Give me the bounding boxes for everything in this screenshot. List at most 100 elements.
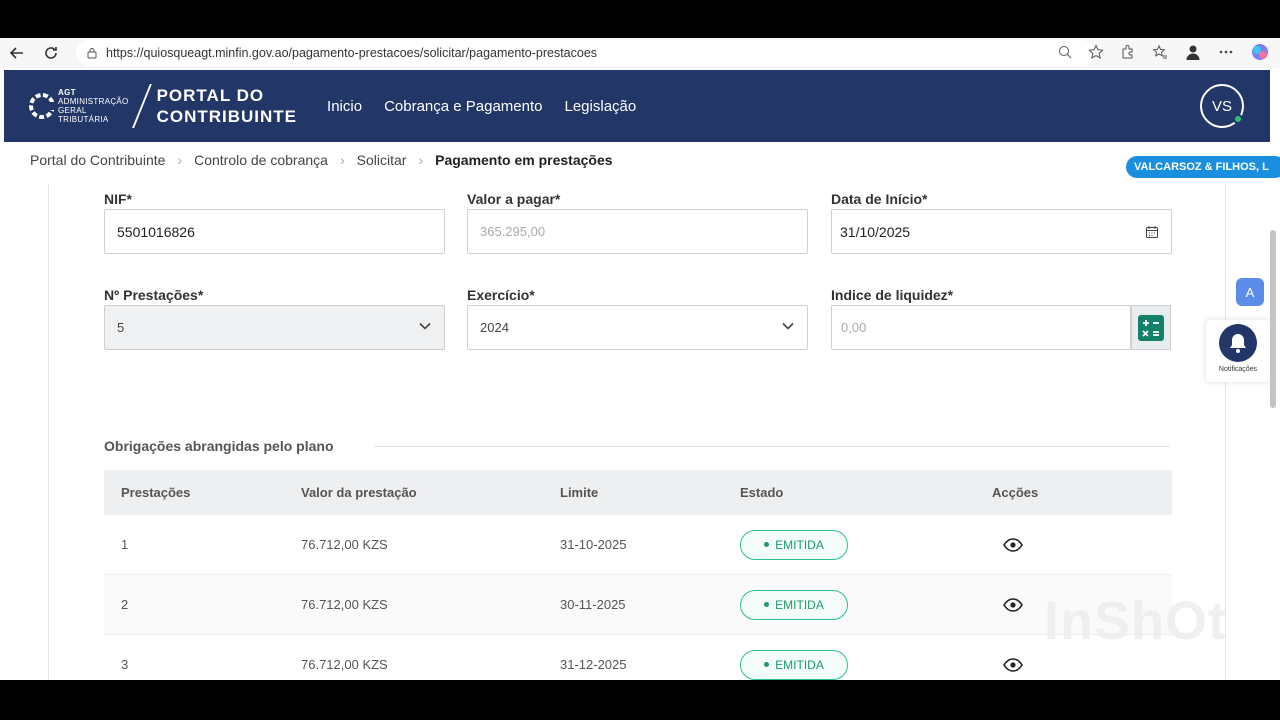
table-header: Prestações Valor da prestação Limite Est… [104, 470, 1172, 515]
avatar-initials: VS [1211, 97, 1232, 115]
translate-button[interactable]: A [1236, 278, 1264, 306]
data-inicio-field[interactable]: 31/10/2025 [831, 209, 1172, 254]
liquidez-placeholder: 0,00 [841, 320, 867, 335]
online-status-dot [1233, 114, 1243, 124]
table-row: 3 76.712,00 KZS 31-12-2025 EMITIDA [104, 635, 1172, 680]
extensions-icon[interactable] [1120, 44, 1136, 63]
breadcrumb-controlo[interactable]: Controlo de cobrança [194, 152, 328, 168]
nif-field[interactable]: 5501016826 [104, 209, 445, 254]
page-scrollbar[interactable] [1270, 230, 1276, 408]
notifications-label: Notificações [1218, 366, 1258, 373]
row-limite: 31-10-2025 [560, 537, 627, 552]
row-limite: 31-12-2025 [560, 657, 627, 672]
calculator-icon [1138, 314, 1164, 341]
copilot-icon[interactable] [1250, 42, 1270, 65]
top-navigation: Inicio Cobrança e Pagamento Legislação [327, 98, 636, 115]
chevron-down-icon [419, 322, 431, 330]
row-number: 1 [121, 537, 129, 552]
row-number: 2 [121, 597, 129, 612]
status-text: EMITIDA [775, 537, 824, 552]
inshot-watermark: InShOt [1044, 591, 1227, 651]
nif-value: 5501016826 [117, 223, 195, 240]
status-text: EMITIDA [775, 597, 824, 612]
nav-legislacao[interactable]: Legislação [565, 98, 637, 115]
liquidez-label: Indice de liquidez* [831, 287, 954, 303]
logo-agt-text: AGT [58, 88, 76, 97]
chevron-right-icon: › [418, 152, 424, 168]
data-inicio-label: Data de Início* [831, 191, 928, 207]
view-eye-icon[interactable] [1003, 597, 1023, 612]
prestacoes-label: Nº Prestações* [104, 287, 204, 303]
status-badge: EMITIDA [740, 529, 848, 560]
view-eye-icon[interactable] [1003, 657, 1023, 672]
notifications-widget[interactable]: Notificações [1206, 320, 1270, 382]
breadcrumb-portal[interactable]: Portal do Contribuinte [30, 152, 165, 168]
bell-icon [1219, 324, 1257, 362]
back-icon[interactable] [0, 38, 34, 68]
translate-icon: A [1245, 284, 1255, 300]
row-valor: 76.712,00 KZS [301, 657, 388, 672]
breadcrumb: Portal do Contribuinte › Controlo de cob… [30, 152, 613, 168]
zoom-icon[interactable] [1058, 45, 1072, 62]
header-prestacoes: Prestações [121, 485, 191, 500]
user-avatar[interactable]: VS [1200, 84, 1244, 128]
data-inicio-value: 31/10/2025 [840, 223, 911, 240]
chevron-down-icon [782, 322, 794, 330]
row-valor: 76.712,00 KZS [301, 597, 388, 612]
status-dot [764, 662, 770, 667]
row-limite: 30-11-2025 [560, 597, 626, 612]
chevron-right-icon: › [177, 152, 183, 168]
favorites-icon[interactable] [1152, 44, 1168, 63]
obligations-table: Prestações Valor da prestação Limite Est… [104, 470, 1172, 680]
status-dot [764, 542, 770, 547]
company-badge[interactable]: VALCARSOZ & FILHOS, L [1126, 156, 1280, 178]
browser-window: https://quiosqueagt.minfin.gov.ao/pagame… [0, 38, 1280, 680]
status-badge: EMITIDA [740, 589, 848, 620]
header-accoes: Acções [992, 485, 1039, 500]
breadcrumb-solicitar[interactable]: Solicitar [357, 152, 407, 168]
url-field[interactable]: https://quiosqueagt.minfin.gov.ao/pagame… [76, 40, 1094, 66]
logo-line-2: GERAL [58, 106, 87, 115]
row-number: 3 [121, 657, 129, 672]
chevron-right-icon: › [339, 152, 345, 168]
table-row: 1 76.712,00 KZS 31-10-2025 EMITIDA [104, 515, 1172, 575]
url-text: https://quiosqueagt.minfin.gov.ao/pagame… [106, 46, 598, 60]
calculator-button[interactable] [1131, 305, 1171, 350]
prestacoes-value: 5 [117, 320, 125, 335]
exercicio-select[interactable]: 2024 [467, 305, 808, 350]
header-estado: Estado [740, 485, 784, 500]
section-title: Obrigações abrangidas pelo plano [104, 438, 334, 454]
view-eye-icon[interactable] [1003, 537, 1023, 552]
exercicio-value: 2024 [480, 320, 509, 335]
address-bar: https://quiosqueagt.minfin.gov.ao/pagame… [0, 38, 1280, 68]
logo-line-3: TRIBUTÁRIA [58, 115, 109, 124]
breadcrumb-current: Pagamento em prestações [435, 152, 613, 168]
row-valor: 76.712,00 KZS [301, 537, 388, 552]
liquidez-field[interactable]: 0,00 [831, 305, 1131, 350]
favorite-star-icon[interactable] [1088, 43, 1104, 63]
nif-label: NIF* [104, 191, 132, 207]
nav-cobranca-pagamento[interactable]: Cobrança e Pagamento [384, 98, 542, 115]
status-badge: EMITIDA [740, 649, 848, 680]
site-info-icon[interactable] [86, 47, 98, 59]
more-menu-icon[interactable] [1218, 44, 1234, 63]
calendar-icon[interactable] [1145, 225, 1159, 239]
reload-icon[interactable] [34, 38, 68, 68]
profile-icon[interactable] [1184, 43, 1202, 64]
agt-logo[interactable]: AGT ADMINISTRAÇÃO GERAL TRIBUTÁRIA PORTA… [28, 84, 297, 128]
header-limite: Limite [560, 485, 599, 500]
valor-field: 365.295,00 [467, 209, 808, 254]
nav-inicio[interactable]: Inicio [327, 98, 362, 115]
prestacoes-select[interactable]: 5 [104, 305, 445, 350]
table-row: 2 76.712,00 KZS 30-11-2025 EMITIDA [104, 575, 1172, 635]
status-dot [764, 602, 770, 607]
status-text: EMITIDA [775, 657, 824, 672]
header-valor: Valor da prestação [301, 485, 417, 500]
agt-gear-icon [28, 84, 55, 128]
portal-title-1: PORTAL DO [156, 86, 265, 105]
exercicio-label: Exercício* [467, 287, 535, 303]
logo-line-1: ADMINISTRAÇÃO [58, 97, 129, 106]
portal-title-2: CONTRIBUINTE [156, 107, 298, 126]
section-divider [374, 446, 1170, 447]
valor-label: Valor a pagar* [467, 191, 561, 207]
